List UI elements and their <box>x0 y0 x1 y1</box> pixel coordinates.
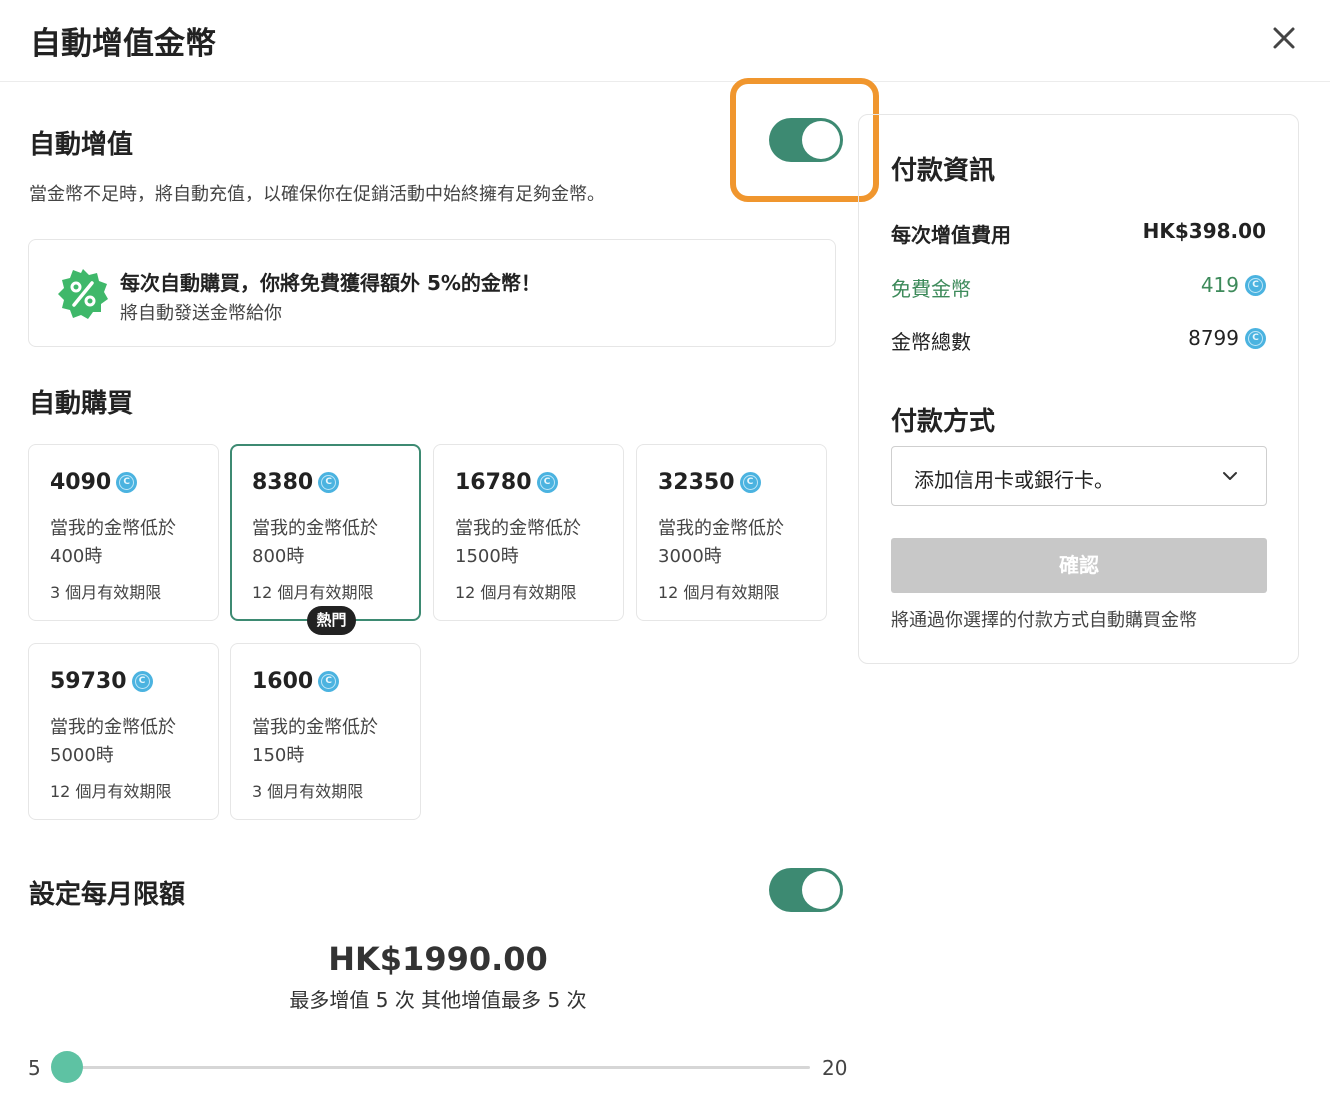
auto-topup-title: 自動增值 <box>29 130 134 160</box>
dialog-header: 自動增值金幣 <box>0 0 1330 82</box>
package-card-1600[interactable]: 1600 當我的金幣低於150時 3 個月有效期限 <box>230 643 421 820</box>
free-coins-label: 免費金幣 <box>891 277 971 301</box>
auto-buy-title: 自動購買 <box>29 389 134 419</box>
monthly-limit-title: 設定每月限額 <box>29 880 186 910</box>
promo-title: 每次自動購買，你將免費獲得額外 5%的金幣！ <box>120 271 541 295</box>
chevron-down-icon <box>1223 472 1237 480</box>
confirm-button[interactable]: 確認 <box>891 538 1267 593</box>
monthly-limit-amount: HK$1990.00 <box>328 940 548 978</box>
package-card-16780[interactable]: 16780 當我的金幣低於1500時 12 個月有效期限 <box>433 444 624 621</box>
slider-track[interactable] <box>64 1066 810 1069</box>
percent-badge-icon <box>58 269 108 319</box>
package-validity: 12 個月有效期限 <box>455 583 577 602</box>
toggle-knob <box>802 871 840 909</box>
package-card-8380[interactable]: 8380 當我的金幣低於800時 12 個月有效期限 <box>230 444 421 621</box>
package-validity: 3 個月有效期限 <box>252 782 364 801</box>
total-coins-label: 金幣總數 <box>891 330 971 354</box>
package-card-59730[interactable]: 59730 當我的金幣低於5000時 12 個月有效期限 <box>28 643 219 820</box>
coin-icon <box>318 472 340 493</box>
package-condition: 當我的金幣低於150時 <box>252 717 378 766</box>
slider-max-label: 20 <box>822 1056 848 1080</box>
payment-info-title: 付款資訊 <box>891 156 996 186</box>
slider-min-label: 5 <box>28 1056 41 1080</box>
package-validity: 3 個月有效期限 <box>50 583 162 602</box>
payment-panel: 付款資訊 每次增值費用 HK$398.00 免費金幣 419 金幣總數 8799… <box>858 114 1299 664</box>
payment-method-title: 付款方式 <box>891 407 996 437</box>
auto-topup-description: 當金幣不足時，將自動充值，以確保你在促銷活動中始終擁有足夠金幣。 <box>29 184 605 205</box>
promo-subtitle: 將自動發送金幣給你 <box>120 303 282 324</box>
payment-method-select[interactable]: 添加信用卡或銀行卡。 <box>891 446 1267 506</box>
promo-banner: 每次自動購買，你將免費獲得額外 5%的金幣！ 將自動發送金幣給你 <box>28 239 836 347</box>
package-card-32350[interactable]: 32350 當我的金幣低於3000時 12 個月有效期限 <box>636 444 827 621</box>
package-amount: 4090 <box>50 470 138 495</box>
coin-icon <box>739 472 761 493</box>
monthly-limit-description: 最多增值 5 次 其他增值最多 5 次 <box>289 988 587 1012</box>
package-validity: 12 個月有效期限 <box>252 583 374 602</box>
coin-icon <box>318 671 340 692</box>
close-button[interactable] <box>1264 18 1304 58</box>
coin-icon <box>116 472 138 493</box>
dialog-title: 自動增值金幣 <box>30 26 216 62</box>
package-amount: 8380 <box>252 470 340 495</box>
package-amount: 1600 <box>252 669 340 694</box>
package-amount: 16780 <box>455 470 558 495</box>
close-icon <box>1273 27 1295 49</box>
topup-fee-value: HK$398.00 <box>1142 219 1266 243</box>
slider-thumb[interactable] <box>51 1051 83 1083</box>
payment-method-value: 添加信用卡或銀行卡。 <box>914 468 1114 492</box>
package-amount: 32350 <box>658 470 761 495</box>
monthly-limit-toggle[interactable] <box>769 868 843 912</box>
total-coins-value: 8799 <box>1188 326 1266 350</box>
package-condition: 當我的金幣低於3000時 <box>658 518 784 567</box>
package-validity: 12 個月有效期限 <box>50 782 172 801</box>
package-condition: 當我的金幣低於800時 <box>252 518 378 567</box>
package-condition: 當我的金幣低於400時 <box>50 518 176 567</box>
package-card-4090[interactable]: 4090 當我的金幣低於400時 3 個月有效期限 <box>28 444 219 621</box>
coin-icon <box>1245 274 1266 296</box>
package-validity: 12 個月有效期限 <box>658 583 780 602</box>
coin-icon <box>536 472 558 493</box>
topup-fee-label: 每次增值費用 <box>891 223 1011 247</box>
confirm-note: 將通過你選擇的付款方式自動購買金幣 <box>891 610 1197 631</box>
coin-icon <box>131 671 153 692</box>
package-condition: 當我的金幣低於1500時 <box>455 518 581 567</box>
coin-icon <box>1245 327 1266 349</box>
package-condition: 當我的金幣低於5000時 <box>50 717 176 766</box>
package-amount: 59730 <box>50 669 153 694</box>
toggle-highlight-frame <box>730 78 879 202</box>
free-coins-value: 419 <box>1201 273 1266 297</box>
hot-badge: 熱門 <box>307 606 356 635</box>
